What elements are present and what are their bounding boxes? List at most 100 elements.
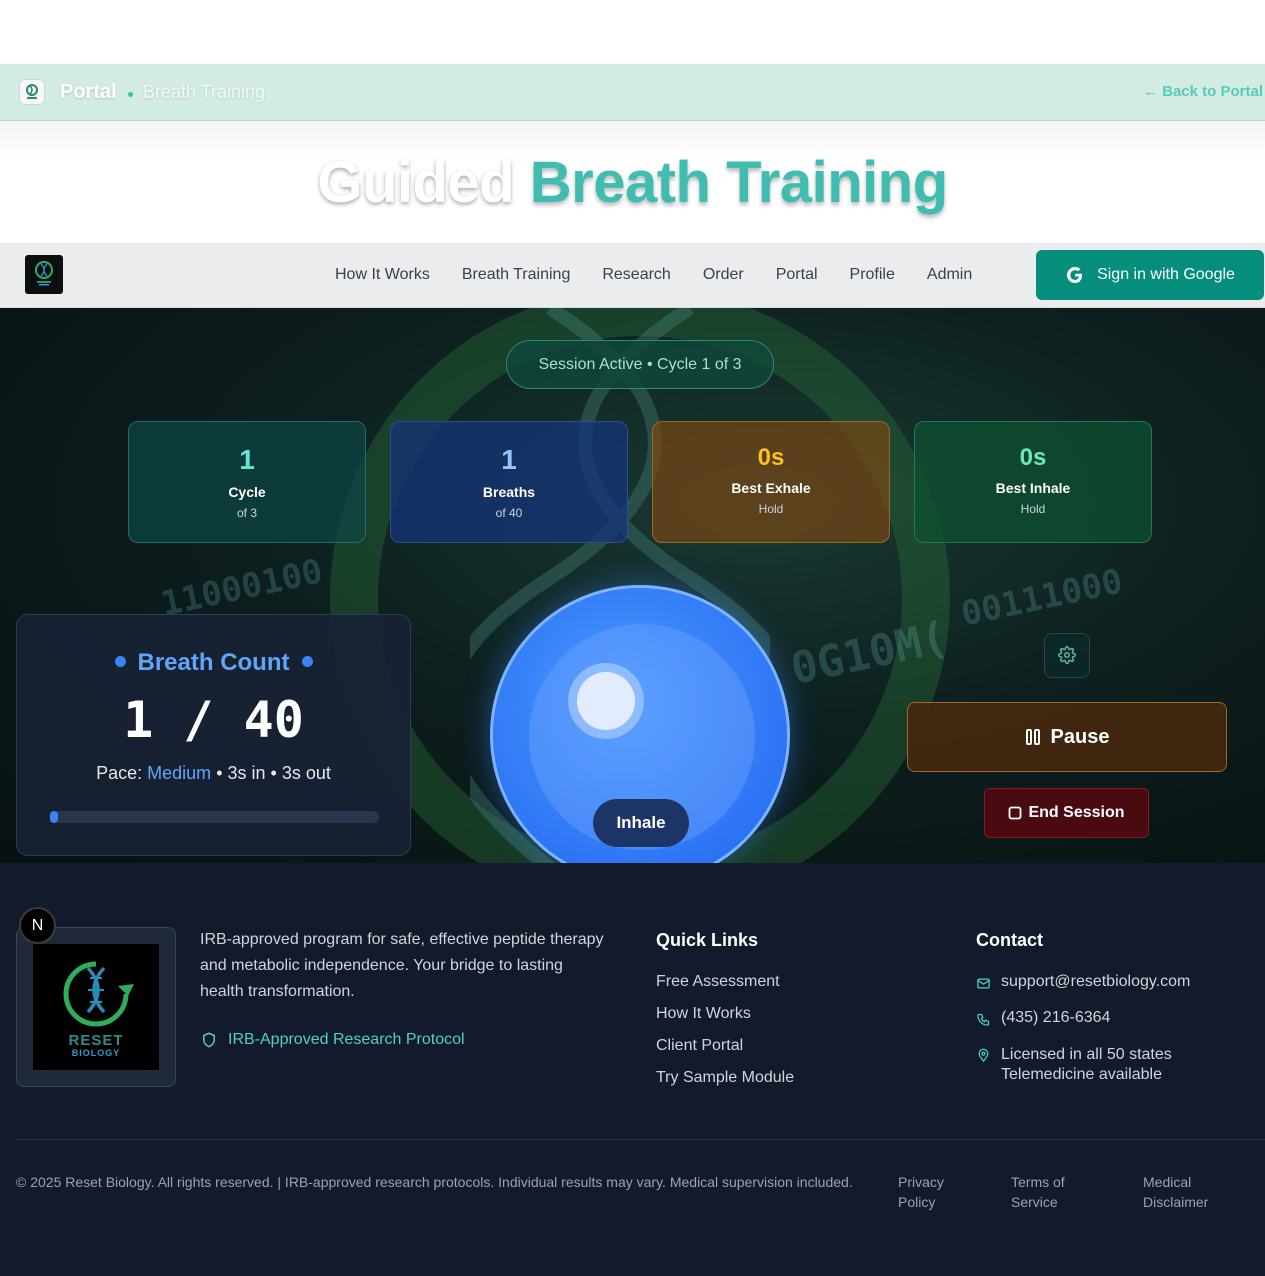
footer-logo-subtext: BIOLOGY bbox=[71, 1048, 121, 1058]
breathing-circle-inner bbox=[568, 663, 644, 739]
portal-logo-icon[interactable] bbox=[20, 80, 44, 104]
quick-link-free-assessment[interactable]: Free Assessment bbox=[656, 973, 794, 1005]
stat-card-best-exhale: 0s Best Exhale Hold bbox=[652, 421, 890, 543]
sign-in-label: Sign in with Google bbox=[1097, 266, 1235, 283]
footer-divider bbox=[16, 1139, 1265, 1140]
google-icon bbox=[1067, 266, 1083, 283]
contact-license: Licensed in all 50 states Telemedicine av… bbox=[976, 1045, 1190, 1083]
pause-icon bbox=[1025, 729, 1040, 745]
separator-dot bbox=[128, 92, 133, 97]
breath-progress-bar bbox=[50, 811, 379, 823]
quick-links-title: Quick Links bbox=[656, 930, 759, 950]
footer-logo: RESET BIOLOGY bbox=[33, 944, 159, 1070]
nav-profile[interactable]: Profile bbox=[850, 266, 895, 284]
dna-cycle-logo-icon bbox=[63, 961, 134, 1027]
nav-portal[interactable]: Portal bbox=[776, 266, 818, 284]
portal-title: Portal bbox=[60, 81, 117, 103]
page-title-part2: Breath Training bbox=[529, 150, 948, 215]
background-binary-decoration: 00111000 bbox=[957, 561, 1127, 635]
end-session-button[interactable]: End Session bbox=[984, 788, 1149, 838]
main-navbar: How It Works Breath Training Research Or… bbox=[0, 243, 1265, 308]
title-dot bbox=[301, 656, 313, 668]
phase-label: Inhale bbox=[593, 799, 689, 847]
top-blank-area bbox=[0, 0, 1265, 64]
nav-admin[interactable]: Admin bbox=[927, 266, 972, 284]
end-session-label: End Session bbox=[1028, 804, 1125, 821]
site-logo-icon[interactable] bbox=[25, 255, 63, 294]
pace-info: Pace: Medium • 3s in • 3s out bbox=[17, 763, 410, 784]
stat-value: 1 bbox=[239, 444, 255, 475]
pause-label: Pause bbox=[1050, 725, 1110, 748]
terms-of-service-link[interactable]: Terms of Service bbox=[1011, 1172, 1101, 1212]
nav-research[interactable]: Research bbox=[602, 266, 670, 284]
breath-count-value: 1 / 40 bbox=[123, 691, 304, 749]
contact-phone-text: (435) 216-6364 bbox=[1001, 1009, 1111, 1026]
page-title-part1: Guided bbox=[317, 150, 515, 215]
stat-sub: of 40 bbox=[495, 506, 523, 520]
stat-value: 0s bbox=[757, 444, 785, 471]
settings-button[interactable] bbox=[1044, 633, 1090, 678]
mail-icon bbox=[977, 978, 990, 989]
stat-card-cycle: 1 Cycle of 3 bbox=[128, 421, 366, 543]
gear-icon bbox=[1058, 646, 1076, 664]
page-title: Guided Breath Training bbox=[0, 149, 1265, 216]
quick-link-client-portal[interactable]: Client Portal bbox=[656, 1037, 794, 1069]
quick-link-how-it-works[interactable]: How It Works bbox=[656, 1005, 794, 1037]
contact-list: support@resetbiology.com (435) 216-6364 … bbox=[976, 973, 1190, 1083]
sign-in-google-button[interactable]: Sign in with Google bbox=[1036, 250, 1264, 300]
contact-license-text: Licensed in all 50 states Telemedicine av… bbox=[1001, 1045, 1172, 1085]
stat-card-best-inhale: 0s Best Inhale Hold bbox=[914, 421, 1152, 543]
stat-sub: Hold bbox=[758, 502, 784, 516]
portal-header-bar: Portal Breath Training ← Back to Portal bbox=[0, 64, 1265, 121]
title-dot bbox=[114, 656, 126, 668]
license-line1: Licensed in all 50 states bbox=[1001, 1046, 1172, 1063]
pace-value: Medium bbox=[147, 763, 212, 783]
footer-logo-text: RESET bbox=[68, 1032, 124, 1049]
privacy-policy-link[interactable]: Privacy Policy bbox=[898, 1172, 978, 1212]
stat-label: Best Exhale bbox=[731, 480, 811, 496]
irb-protocol-link[interactable]: IRB-Approved Research Protocol bbox=[200, 1031, 465, 1049]
nav-links: How It Works Breath Training Research Or… bbox=[335, 266, 1004, 284]
medical-disclaimer-link[interactable]: Medical Disclaimer bbox=[1143, 1172, 1233, 1212]
quick-link-sample-module[interactable]: Try Sample Module bbox=[656, 1069, 794, 1101]
n-badge-icon[interactable]: N bbox=[19, 907, 56, 944]
back-to-portal-link[interactable]: ← Back to Portal bbox=[1143, 83, 1263, 100]
breathing-circle-core bbox=[577, 672, 635, 730]
shield-icon bbox=[203, 1032, 215, 1048]
site-footer: RESET BIOLOGY N IRB-approved program for… bbox=[0, 863, 1265, 1276]
nav-how-it-works[interactable]: How It Works bbox=[335, 266, 430, 284]
stat-sub: Hold bbox=[1020, 502, 1046, 516]
stat-value: 1 bbox=[501, 444, 517, 475]
breath-progress-fill bbox=[50, 811, 59, 823]
breath-count-card: Breath Count 1 / 40 Pace: Medium • 3s in… bbox=[16, 614, 411, 856]
footer-logo-card: RESET BIOLOGY bbox=[16, 927, 176, 1087]
contact-email-text: support@resetbiology.com bbox=[1001, 973, 1191, 990]
breath-session-area: 11000100 00111000 0G10M( Session Active … bbox=[0, 308, 1265, 863]
stat-card-breaths: 1 Breaths of 40 bbox=[390, 421, 628, 543]
stat-label: Cycle bbox=[228, 484, 266, 500]
breath-count-title-text: Breath Count bbox=[137, 649, 290, 676]
nav-order[interactable]: Order bbox=[703, 266, 744, 284]
quick-links-list: Free Assessment How It Works Client Port… bbox=[656, 973, 794, 1101]
pace-prefix: Pace: bbox=[96, 763, 143, 783]
contact-email[interactable]: support@resetbiology.com bbox=[976, 973, 1190, 1009]
map-pin-icon bbox=[978, 1048, 989, 1063]
contact-phone[interactable]: (435) 216-6364 bbox=[976, 1009, 1190, 1045]
pace-detail: • 3s in • 3s out bbox=[216, 763, 331, 783]
nav-breath-training[interactable]: Breath Training bbox=[462, 266, 571, 284]
copyright-text: © 2025 Reset Biology. All rights reserve… bbox=[16, 1174, 853, 1190]
pause-button[interactable]: Pause bbox=[907, 702, 1227, 772]
hero-title-section: Guided Breath Training bbox=[0, 121, 1265, 243]
license-line2: Telemedicine available bbox=[1001, 1066, 1162, 1083]
stop-icon bbox=[1009, 806, 1022, 820]
stat-label: Best Inhale bbox=[995, 480, 1071, 496]
contact-title: Contact bbox=[976, 930, 1043, 950]
stat-sub: of 3 bbox=[236, 506, 257, 520]
breath-count-title: Breath Count bbox=[17, 649, 410, 677]
stat-value: 0s bbox=[1019, 444, 1047, 471]
footer-description: IRB-approved program for safe, effective… bbox=[200, 931, 604, 1000]
stat-label: Breaths bbox=[482, 484, 536, 500]
session-status-pill: Session Active • Cycle 1 of 3 bbox=[506, 340, 774, 389]
irb-protocol-label: IRB-Approved Research Protocol bbox=[228, 1031, 465, 1048]
portal-subtitle: Breath Training bbox=[143, 82, 266, 102]
